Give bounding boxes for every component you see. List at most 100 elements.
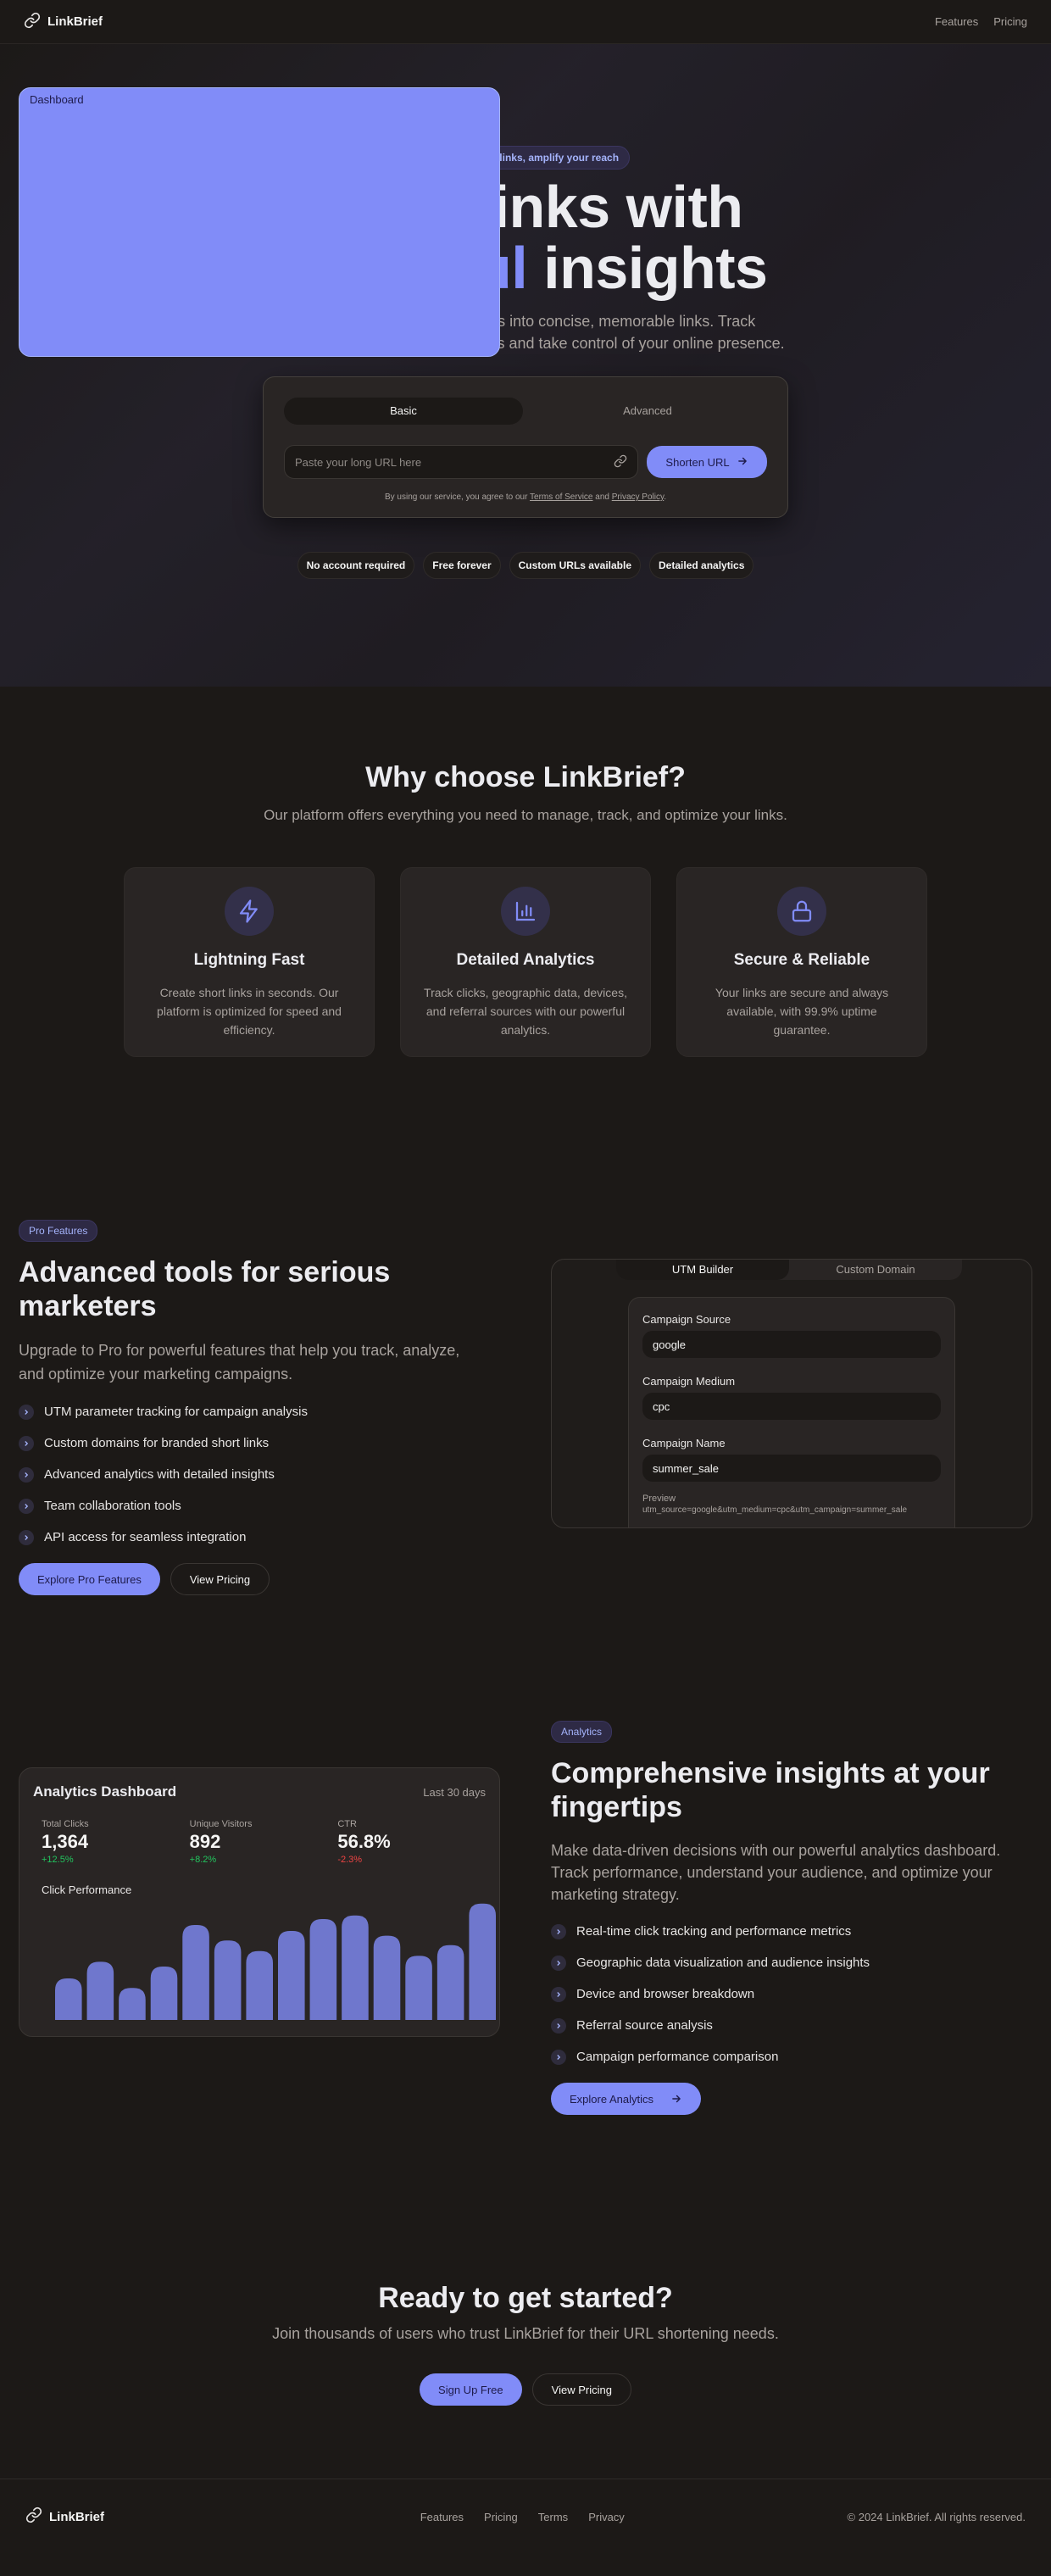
analytics-subtitle: Make data-driven decisions with our powe… xyxy=(551,1842,1001,1903)
explore-analytics-button[interactable]: Explore Analytics xyxy=(551,2083,701,2115)
chart-bar xyxy=(342,1915,369,2020)
terms-note: By using our service, you agree to our T… xyxy=(384,492,667,502)
feature-card: Lightning Fast Create short links in sec… xyxy=(124,867,375,1057)
pro-subtitle: Upgrade to Pro for powerful features tha… xyxy=(19,1342,460,1383)
chevron-right-icon xyxy=(19,1466,34,1483)
stat-total-clicks: Total Clicks 1,364 +12.5% xyxy=(42,1819,89,1865)
chart-bar xyxy=(469,1903,496,2020)
nav-link-features[interactable]: Features xyxy=(935,15,978,28)
dashboard-button[interactable]: Dashboard xyxy=(19,87,500,357)
chart-bar xyxy=(278,1931,305,2020)
chevron-right-icon xyxy=(19,1404,34,1420)
chart-bar xyxy=(182,1925,209,2020)
chart-bar xyxy=(437,1945,464,2020)
bar-chart-icon xyxy=(501,887,550,936)
nav-link-pricing[interactable]: Pricing xyxy=(993,15,1027,28)
preview-label: Preview xyxy=(642,1494,676,1504)
privacy-link[interactable]: Privacy Policy xyxy=(612,492,665,502)
analytics-dashboard-card: Analytics Dashboard Last 30 days Total C… xyxy=(19,1767,500,2037)
feature-text: Your links are secure and always availab… xyxy=(715,986,889,1037)
lock-icon xyxy=(777,887,826,936)
list-item: Real-time click tracking and performance… xyxy=(551,1916,1034,1947)
list-item: API access for seamless integration xyxy=(19,1522,493,1553)
list-item: Referral source analysis xyxy=(551,2010,1034,2041)
chevron-right-icon xyxy=(551,2017,566,2034)
list-item: Campaign performance comparison xyxy=(551,2041,1034,2072)
footer: LinkBrief Features Pricing Terms Privacy… xyxy=(0,2479,1051,2554)
pro-feature-list: UTM parameter tracking for campaign anal… xyxy=(19,1396,493,1553)
chart-bar xyxy=(309,1919,337,2020)
arrow-right-icon xyxy=(737,455,748,470)
list-item: Device and browser breakdown xyxy=(551,1978,1034,2010)
list-item: Team collaboration tools xyxy=(19,1490,493,1522)
link-icon xyxy=(24,12,41,32)
pro-pill: Pro Features xyxy=(19,1220,98,1242)
feature-text: Track clicks, geographic data, devices, … xyxy=(424,986,627,1037)
badge: No account required xyxy=(297,552,415,579)
list-item: Advanced analytics with detailed insight… xyxy=(19,1459,493,1490)
dashboard-title: Analytics Dashboard xyxy=(33,1783,177,1800)
chart-bar xyxy=(405,1956,432,2020)
view-pricing-button[interactable]: View Pricing xyxy=(531,2373,631,2406)
list-item: Custom domains for branded short links xyxy=(19,1427,493,1459)
footer-link-terms[interactable]: Terms xyxy=(538,2511,568,2523)
list-item: UTM parameter tracking for campaign anal… xyxy=(19,1396,493,1427)
tab-basic[interactable]: Basic xyxy=(284,398,523,425)
brand[interactable]: LinkBrief xyxy=(24,12,103,32)
why-subtitle: Our platform offers everything you need … xyxy=(264,807,787,823)
feature-card: Secure & Reliable Your links are secure … xyxy=(676,867,927,1057)
campaign-source-input[interactable]: google xyxy=(642,1331,941,1358)
chevron-right-icon xyxy=(19,1435,34,1451)
view-pricing-button[interactable]: View Pricing xyxy=(170,1563,270,1595)
footer-brand[interactable]: LinkBrief xyxy=(25,2506,104,2527)
chart-bar xyxy=(150,1967,178,2020)
feature-title: Secure & Reliable xyxy=(733,951,870,969)
stat-ctr: CTR 56.8% -2.3% xyxy=(337,1819,391,1865)
footer-link-features[interactable]: Features xyxy=(420,2511,464,2523)
analytics-pill: Analytics xyxy=(551,1721,613,1743)
page: LinkBrief Features Pricing Dashboard Sim… xyxy=(0,0,1051,2576)
feature-text: Create short links in seconds. Our platf… xyxy=(157,986,342,1037)
chevron-right-icon xyxy=(551,1986,566,2002)
badge: Custom URLs available xyxy=(509,552,642,579)
why-section: Why choose LinkBrief? Our platform offer… xyxy=(0,687,1051,1133)
tab-utm-builder[interactable]: UTM Builder xyxy=(616,1260,789,1280)
cta-subtitle: Join thousands of users who trust LinkBr… xyxy=(272,2325,779,2342)
campaign-name-input[interactable]: summer_sale xyxy=(642,1455,941,1482)
tab-custom-domain[interactable]: Custom Domain xyxy=(789,1260,962,1280)
why-title: Why choose LinkBrief? xyxy=(365,761,686,793)
tab-advanced[interactable]: Advanced xyxy=(528,398,767,425)
chevron-right-icon xyxy=(551,2049,566,2065)
utm-tabs: UTM Builder Custom Domain xyxy=(616,1260,962,1280)
campaign-medium-input[interactable]: cpc xyxy=(642,1393,941,1420)
sign-up-button[interactable]: Sign Up Free xyxy=(420,2373,522,2406)
explore-pro-button[interactable]: Explore Pro Features xyxy=(19,1563,160,1595)
analytics-title: Comprehensive insights at your fingertip… xyxy=(551,1757,990,1823)
chevron-right-icon xyxy=(551,1955,566,1971)
chart-bar xyxy=(86,1961,114,2020)
preview-value: utm_source=google&utm_medium=cpc&utm_cam… xyxy=(642,1505,908,1515)
utm-builder-panel: UTM Builder Custom Domain Campaign Sourc… xyxy=(551,1259,1032,1528)
feature-card: Detailed Analytics Track clicks, geograp… xyxy=(400,867,651,1057)
date-range[interactable]: Last 30 days xyxy=(423,1786,486,1799)
url-input[interactable]: Paste your long URL here xyxy=(284,445,638,479)
lightning-icon xyxy=(225,887,274,936)
top-nav: LinkBrief Features Pricing Dashboard xyxy=(0,0,1051,357)
nav-links: Features Pricing Dashboard xyxy=(19,15,1027,357)
terms-link[interactable]: Terms of Service xyxy=(530,492,592,502)
footer-link-privacy[interactable]: Privacy xyxy=(588,2511,625,2523)
chart-bar xyxy=(246,1950,273,2020)
shorten-card: Basic Advanced Paste your long URL here … xyxy=(263,376,788,518)
utm-form: Campaign Source google Campaign Medium c… xyxy=(628,1297,955,1527)
footer-links: Features Pricing Terms Privacy xyxy=(420,2511,625,2523)
chart-title: Click Performance xyxy=(42,1883,132,1896)
list-item: Geographic data visualization and audien… xyxy=(551,1947,1034,1978)
badge: Detailed analytics xyxy=(649,552,754,579)
chevron-right-icon xyxy=(551,1923,566,1939)
chart-bar xyxy=(119,1988,146,2020)
arrow-right-icon xyxy=(670,2093,682,2105)
footer-link-pricing[interactable]: Pricing xyxy=(484,2511,518,2523)
copyright: © 2024 LinkBrief. All rights reserved. xyxy=(847,2510,1026,2523)
shorten-url-button[interactable]: Shorten URL xyxy=(647,446,767,478)
pro-section: Pro Features Advanced tools for serious … xyxy=(0,1133,1051,1680)
